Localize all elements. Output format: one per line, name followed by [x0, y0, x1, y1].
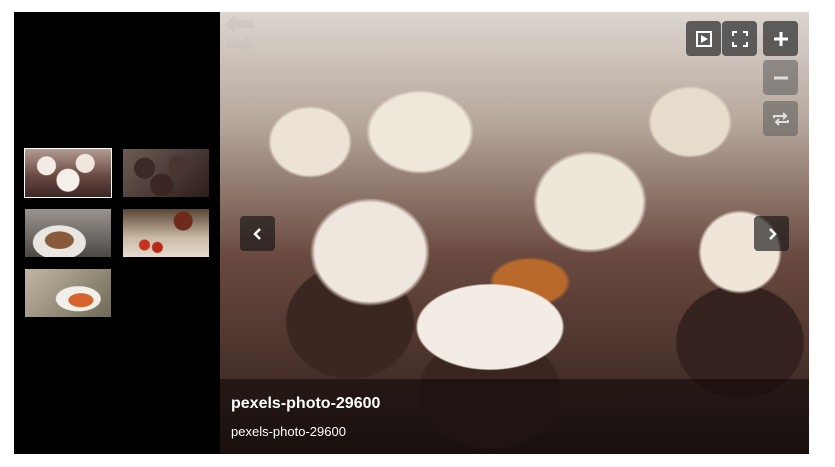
thumbnail-strawberries[interactable]	[122, 208, 210, 258]
chevron-left-icon	[252, 227, 261, 240]
fullscreen-button[interactable]	[722, 21, 757, 56]
play-icon	[695, 30, 712, 47]
thumbnail-chocolate-cupcakes[interactable]	[122, 148, 210, 198]
thumbnail-panel	[14, 12, 220, 454]
lightbox: pexels-photo-29600 pexels-photo-29600	[14, 12, 809, 454]
fullscreen-icon	[731, 30, 748, 47]
zoom-in-button[interactable]	[763, 21, 798, 56]
thumbnail-salad[interactable]	[24, 268, 112, 318]
caption-bar: pexels-photo-29600 pexels-photo-29600	[220, 379, 809, 454]
thumbnail-cupcakes[interactable]	[24, 148, 112, 198]
zoom-out-button[interactable]	[763, 60, 798, 95]
rotate-button[interactable]	[763, 101, 798, 136]
next-button[interactable]	[754, 216, 789, 251]
repeat-icon	[772, 111, 789, 126]
previous-button[interactable]	[240, 216, 275, 251]
image-caption: pexels-photo-29600	[231, 424, 346, 439]
zoom-in-icon	[773, 31, 788, 46]
back-arrow-icon[interactable]	[223, 12, 257, 52]
chevron-right-icon	[768, 227, 777, 240]
thumbnail-layer-cake[interactable]	[24, 208, 112, 258]
image-title: pexels-photo-29600	[231, 395, 381, 412]
zoom-out-icon	[773, 76, 788, 79]
slideshow-button[interactable]	[686, 21, 721, 56]
